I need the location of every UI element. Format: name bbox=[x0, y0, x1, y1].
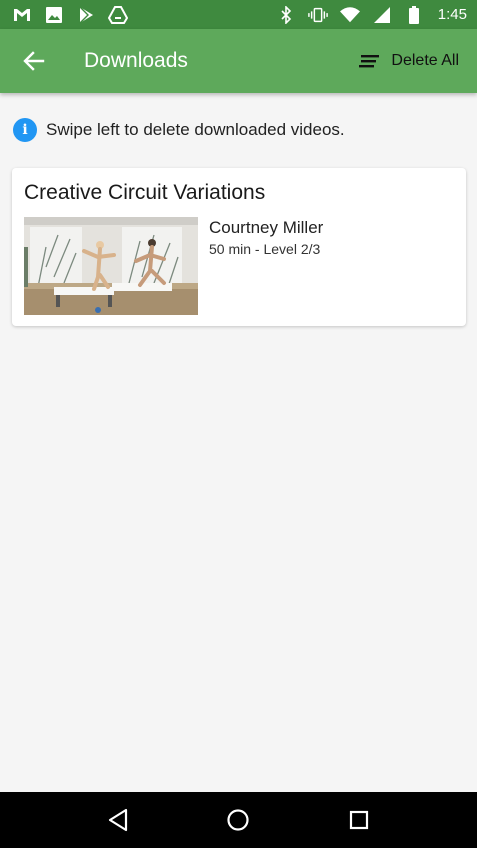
battery-icon bbox=[404, 5, 424, 25]
signal-icon bbox=[372, 5, 392, 25]
delete-all-button[interactable]: Delete All bbox=[359, 52, 459, 70]
drive-icon bbox=[108, 5, 128, 25]
download-card[interactable]: Creative Circuit Variations Courtney Mil… bbox=[12, 168, 466, 326]
page-title: Downloads bbox=[84, 49, 188, 72]
status-right-icons: 1:45 bbox=[276, 5, 467, 25]
info-text: Swipe left to delete downloaded videos. bbox=[46, 120, 345, 139]
square-recents-icon bbox=[349, 810, 368, 830]
delete-all-label: Delete All bbox=[391, 52, 459, 69]
triangle-back-icon bbox=[109, 808, 128, 832]
system-nav-bar bbox=[0, 792, 477, 848]
bluetooth-icon bbox=[276, 5, 296, 25]
vibrate-icon bbox=[307, 5, 328, 25]
status-time: 1:45 bbox=[437, 6, 467, 23]
sort-lines-icon bbox=[359, 55, 380, 68]
circle-home-icon bbox=[227, 809, 250, 831]
instructor-name: Courtney Miller bbox=[209, 218, 324, 237]
info-icon: i bbox=[13, 118, 37, 142]
nav-home-button[interactable] bbox=[218, 800, 258, 840]
back-button[interactable] bbox=[14, 41, 54, 81]
wifi-icon bbox=[339, 5, 360, 25]
arrow-back-icon bbox=[23, 51, 45, 71]
video-title: Creative Circuit Variations bbox=[24, 181, 266, 204]
status-left-icons bbox=[12, 5, 128, 25]
photos-icon bbox=[44, 5, 64, 25]
video-thumbnail bbox=[24, 217, 198, 315]
video-meta: 50 min - Level 2/3 bbox=[209, 241, 321, 257]
info-banner: i Swipe left to delete downloaded videos… bbox=[13, 118, 345, 142]
app-bar: Downloads Delete All bbox=[0, 29, 477, 93]
nav-recents-button[interactable] bbox=[339, 800, 379, 840]
gmail-icon bbox=[12, 5, 32, 25]
play-store-icon bbox=[76, 5, 96, 25]
status-bar: 1:45 bbox=[0, 0, 477, 29]
nav-back-button[interactable] bbox=[98, 800, 138, 840]
